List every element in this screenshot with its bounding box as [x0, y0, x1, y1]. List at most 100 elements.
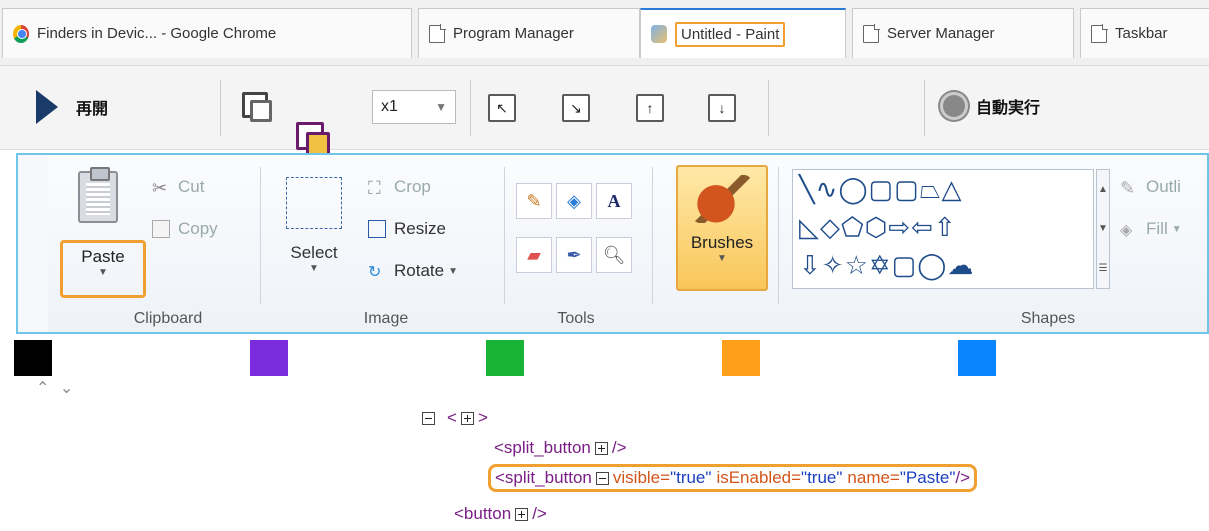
tree-node-split-button[interactable]: <split_button />: [494, 438, 627, 458]
expand-icon[interactable]: [594, 441, 608, 455]
color-swatch[interactable]: [722, 340, 760, 376]
outline-button[interactable]: ✎ Outli: [1120, 177, 1181, 198]
select-button[interactable]: Select ▼: [286, 243, 342, 274]
tab-program-manager[interactable]: Program Manager: [418, 8, 640, 58]
paste-button[interactable]: Paste ▼: [60, 240, 146, 298]
fill-tool[interactable]: ◈: [556, 183, 592, 219]
magnifier-icon: 🔍︎: [602, 244, 626, 265]
more-icon[interactable]: ☰: [1099, 263, 1108, 274]
tab-chrome[interactable]: Finders in Devic... - Google Chrome: [2, 8, 412, 58]
arrow-down-right-button[interactable]: ↘: [562, 94, 590, 122]
shapes-gallery[interactable]: ╲∿◯▢▢⏢△ ◺◇⬠⬡⇨⇦⇧ ⇩✧☆✡▢◯☁: [792, 169, 1094, 289]
tab-server-manager[interactable]: Server Manager: [852, 8, 1074, 58]
tree-node-button[interactable]: <button />: [454, 504, 547, 524]
auto-run-label: 自動実行: [976, 100, 1041, 117]
shapes-row[interactable]: ◺◇⬠⬡⇨⇦⇧: [799, 208, 1093, 246]
arrow-up-button[interactable]: ↑: [636, 94, 664, 122]
chevron-down-icon: ▼: [98, 267, 108, 278]
brushes-label: Brushes: [690, 233, 754, 252]
chevron-down-icon[interactable]: ⌄: [60, 380, 73, 397]
auto-run-button[interactable]: 自動実行: [940, 92, 1040, 120]
chevron-up-icon[interactable]: ⌃: [36, 380, 49, 397]
collapse-icon[interactable]: [422, 411, 435, 425]
shapes-row[interactable]: ╲∿◯▢▢⏢△: [799, 170, 1093, 208]
color-swatch[interactable]: [250, 340, 288, 376]
group-divider: [652, 167, 653, 304]
scroll-down-icon[interactable]: ▼: [1098, 223, 1108, 234]
color-swatch[interactable]: [486, 340, 524, 376]
tab-paint[interactable]: Untitled - Paint: [640, 8, 846, 58]
collapse-icon[interactable]: [595, 471, 609, 485]
rotate-button[interactable]: ↻ Rotate ▼: [368, 261, 458, 281]
arrow-up-left-button[interactable]: ↖: [488, 94, 516, 122]
chevron-down-icon: ▼: [1171, 223, 1182, 235]
palette-scroll[interactable]: ⌃ ⌄: [36, 378, 73, 398]
rotate-icon: ↻: [368, 264, 382, 281]
arrow-down-right-icon: ↘: [570, 99, 582, 116]
rotate-label: Rotate: [394, 261, 445, 280]
record-icon: [940, 92, 968, 120]
clipboard-icon: [78, 167, 118, 223]
scissors-icon: ✂: [152, 178, 168, 198]
window-tab-bar: Finders in Devic... - Google Chrome Prog…: [0, 0, 1209, 66]
toolbar-divider: [768, 80, 769, 136]
resume-button[interactable]: 再開: [36, 90, 108, 124]
scroll-up-icon[interactable]: ▲: [1098, 184, 1108, 195]
resize-icon: [368, 220, 386, 238]
tools-group-label: Tools: [557, 310, 595, 327]
pencil-tool[interactable]: ✎: [516, 183, 552, 219]
pencil-icon: ✎: [526, 190, 542, 211]
crop-button[interactable]: ⛶ Crop: [368, 177, 431, 198]
arrow-down-button[interactable]: ↓: [708, 94, 736, 122]
play-icon: [36, 90, 58, 124]
resize-button[interactable]: Resize: [368, 219, 446, 239]
eraser-tool[interactable]: ▰: [516, 237, 552, 273]
resume-label: 再開: [76, 101, 109, 118]
cut-label: Cut: [178, 177, 205, 196]
arrow-up-left-icon: ↖: [496, 99, 508, 116]
fill-label: Fill: [1146, 219, 1168, 238]
toolbar-divider: [470, 80, 471, 136]
tab-label: Taskbar: [1115, 25, 1168, 42]
color-swatch[interactable]: [14, 340, 52, 376]
select-label: Select: [290, 243, 338, 262]
shapes-scrollbar[interactable]: ▲ ▼ ☰: [1096, 169, 1110, 289]
window-back-button[interactable]: [240, 90, 276, 126]
outline-icon: ✎: [1120, 178, 1136, 198]
eyedropper-icon: ✒: [566, 244, 582, 265]
arrow-down-icon: ↓: [718, 100, 726, 116]
image-group-label: Image: [363, 310, 409, 327]
tab-label: Program Manager: [453, 25, 574, 42]
select-icon: [286, 177, 342, 229]
shapes-row[interactable]: ⇩✧☆✡▢◯☁: [799, 246, 1093, 284]
tab-taskbar[interactable]: Taskbar: [1080, 8, 1209, 58]
chrome-icon: [13, 24, 29, 43]
tree-node-split-button-paste[interactable]: <split_button visible= "true" isEnabled=…: [488, 464, 978, 492]
copy-button[interactable]: Copy: [152, 219, 218, 239]
group-divider: [778, 167, 779, 304]
chevron-down-icon: ▼: [717, 253, 727, 264]
toolbar-divider: [924, 80, 925, 136]
speed-select[interactable]: x1 ▼: [372, 90, 456, 124]
brush-icon: [692, 175, 752, 223]
group-divider: [260, 167, 261, 304]
copy-icon: [152, 220, 170, 238]
magnifier-tool[interactable]: 🔍︎: [596, 237, 632, 273]
color-swatch[interactable]: [958, 340, 996, 376]
outline-label: Outli: [1146, 177, 1181, 196]
paint-ribbon: Paste ▼ ✂ Cut Copy Clipboard Select ▼ ⛶ …: [16, 153, 1209, 334]
group-divider: [504, 167, 505, 304]
document-icon: [1091, 23, 1108, 43]
cut-button[interactable]: ✂ Cut: [152, 177, 205, 198]
tree-node-root[interactable]: < >: [418, 408, 488, 428]
expand-icon[interactable]: [515, 507, 529, 521]
paint-icon: [651, 25, 667, 43]
fill-button[interactable]: ◈ Fill ▼: [1120, 219, 1182, 239]
element-tree: < > <split_button /> <split_button visib…: [0, 400, 1209, 531]
text-icon: A: [607, 190, 621, 211]
expand-icon[interactable]: [460, 411, 474, 425]
copy-label: Copy: [178, 219, 218, 238]
color-picker-tool[interactable]: ✒: [556, 237, 592, 273]
text-tool[interactable]: A: [596, 183, 632, 219]
brushes-button[interactable]: Brushes ▼: [676, 165, 768, 291]
